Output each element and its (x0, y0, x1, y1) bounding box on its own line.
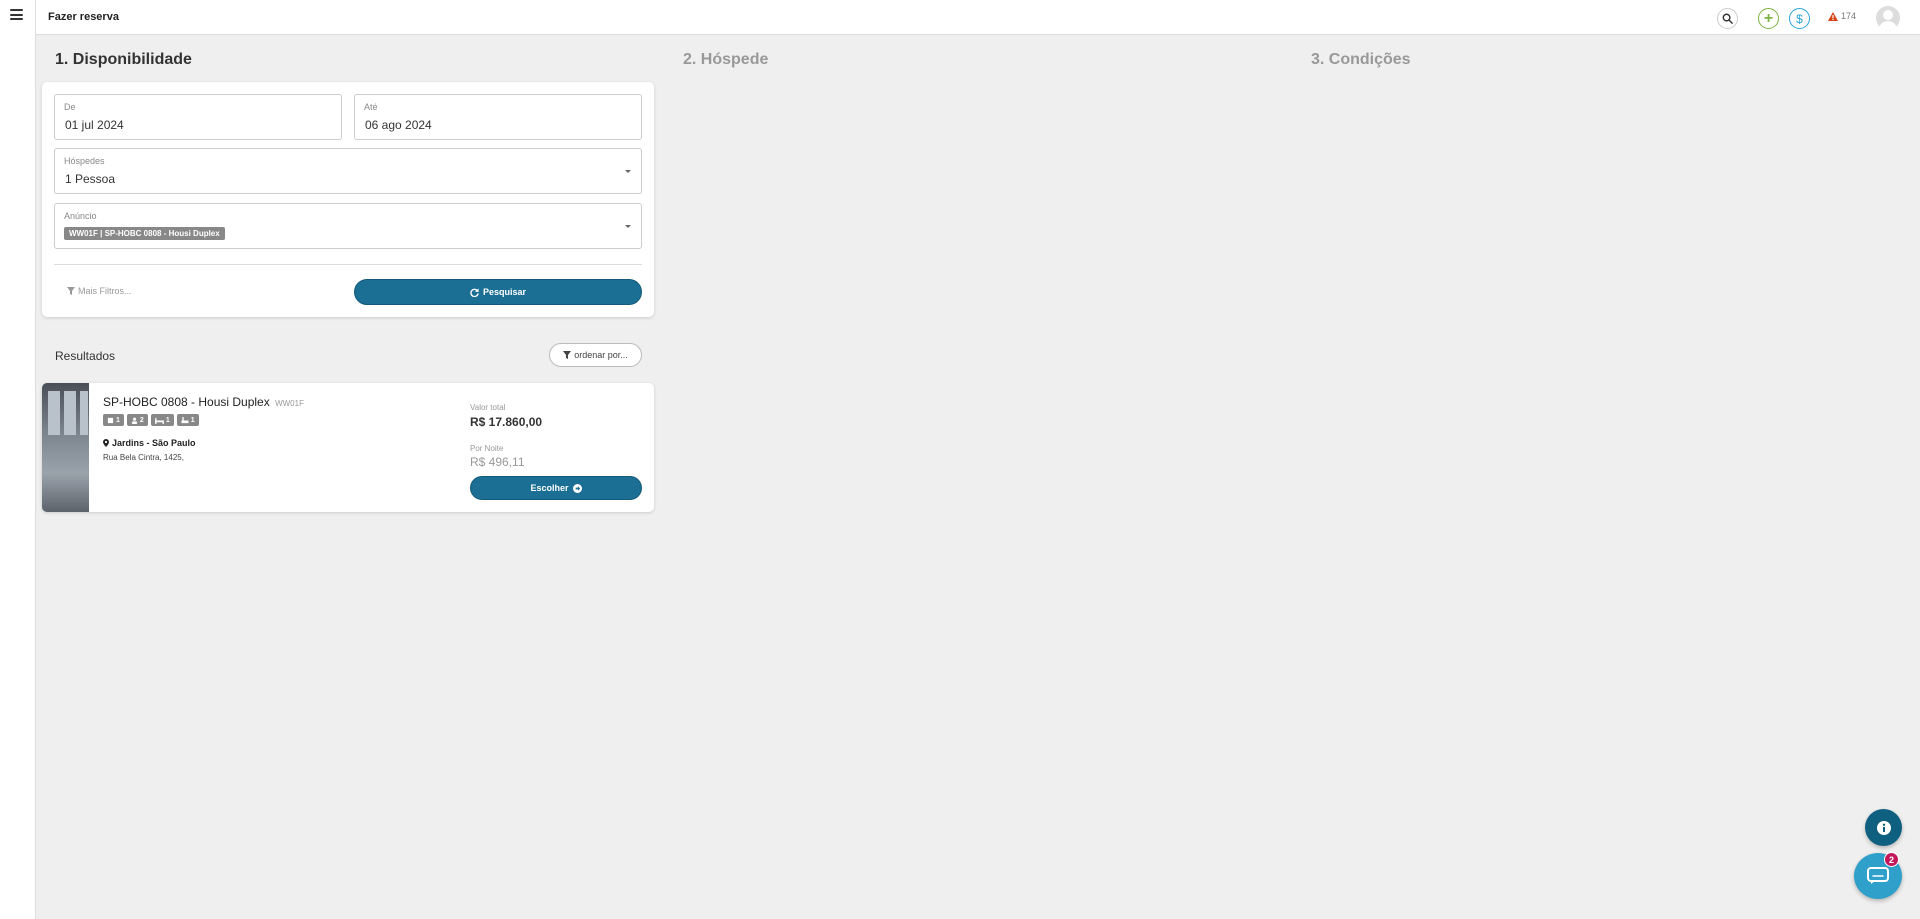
search-icon (1722, 13, 1733, 24)
filter-icon (563, 351, 572, 359)
date-to-label: Até (364, 102, 378, 112)
choose-button-label: Escolher (530, 483, 569, 493)
step-conditions: 3. Condições (1311, 51, 1411, 68)
total-price-label: Valor total (470, 403, 506, 412)
listing-location: Jardins - São Paulo (103, 438, 196, 448)
guests-value: 1 Pessoa (65, 172, 116, 186)
date-to-field[interactable]: Até 06 ago 2024 (354, 94, 642, 140)
result-card: SP-HOBC 0808 - Housi Duplex WW01F 1 2 1 … (42, 383, 654, 512)
listing-label: Anúncio (64, 211, 97, 221)
chat-icon (1867, 867, 1889, 884)
guests-badge: 2 (126, 414, 148, 426)
finance-button[interactable]: $ (1789, 8, 1810, 29)
more-filters-label: Mais Filtros... (78, 286, 132, 296)
plus-icon: + (1763, 9, 1774, 27)
hamburger-menu-icon[interactable] (10, 9, 23, 20)
sort-button-label: ordenar por... (574, 350, 628, 360)
users-icon (131, 417, 138, 424)
more-filters-link[interactable]: Mais Filtros... (67, 286, 132, 296)
arrow-right-circle-icon (572, 483, 582, 493)
bathrooms-badge: 1 (176, 414, 199, 426)
dollar-icon: $ (1796, 11, 1803, 26)
choose-button[interactable]: Escolher (470, 476, 642, 500)
user-avatar[interactable] (1876, 6, 1900, 30)
chevron-down-icon (625, 225, 631, 228)
top-bar: Fazer reserva + $ 174 (36, 0, 1920, 35)
chat-unread-badge: 2 (1884, 852, 1899, 867)
listing-address: Rua Bela Cintra, 1425, (103, 453, 184, 462)
nightly-price-value: R$ 496,11 (470, 455, 525, 469)
bath-icon (181, 416, 189, 423)
nightly-price-label: Por Noite (470, 444, 504, 453)
filter-icon (67, 287, 75, 295)
info-button[interactable] (1865, 809, 1902, 846)
results-heading: Resultados (55, 349, 116, 363)
step-guest: 2. Hóspede (683, 51, 769, 68)
guests-select[interactable]: Hóspedes 1 Pessoa (54, 148, 642, 194)
listing-code: WW01F (275, 399, 304, 408)
sort-button[interactable]: ordenar por... (549, 343, 642, 367)
info-icon (1876, 820, 1891, 835)
listing-chip[interactable]: WW01F | SP-HOBC 0808 - Housi Duplex (64, 227, 225, 240)
rooms-badge: 1 (103, 414, 124, 426)
listing-name: SP-HOBC 0808 - Housi Duplex WW01F (103, 395, 304, 409)
listing-features: 1 2 1 1 (103, 414, 199, 426)
date-to-value: 06 ago 2024 (365, 118, 432, 132)
alert-count: 174 (1841, 11, 1857, 21)
alerts-indicator[interactable]: 174 (1828, 11, 1856, 21)
date-from-field[interactable]: De 01 jul 2024 (54, 94, 342, 140)
step-availability: 1. Disponibilidade (55, 51, 192, 68)
page-title: Fazer reserva (48, 11, 119, 23)
search-button-label: Pesquisar (482, 287, 527, 297)
cube-icon (107, 417, 114, 423)
date-from-value: 01 jul 2024 (65, 118, 124, 132)
date-from-label: De (64, 102, 76, 112)
map-marker-icon (103, 439, 109, 447)
warning-icon (1828, 11, 1838, 21)
sidebar (0, 0, 36, 919)
bed-icon (154, 417, 164, 424)
add-button[interactable]: + (1758, 8, 1779, 29)
listing-select[interactable]: Anúncio WW01F | SP-HOBC 0808 - Housi Dup… (54, 203, 642, 249)
search-button[interactable] (1717, 8, 1738, 29)
chevron-down-icon (625, 170, 631, 173)
refresh-icon (470, 287, 479, 297)
availability-form: De 01 jul 2024 Até 06 ago 2024 Hóspedes … (42, 82, 654, 317)
search-button[interactable]: Pesquisar (354, 279, 642, 305)
listing-photo (42, 383, 89, 512)
form-divider (54, 264, 642, 265)
beds-badge: 1 (150, 414, 174, 426)
guests-label: Hóspedes (64, 156, 105, 166)
total-price-value: R$ 17.860,00 (470, 415, 543, 429)
